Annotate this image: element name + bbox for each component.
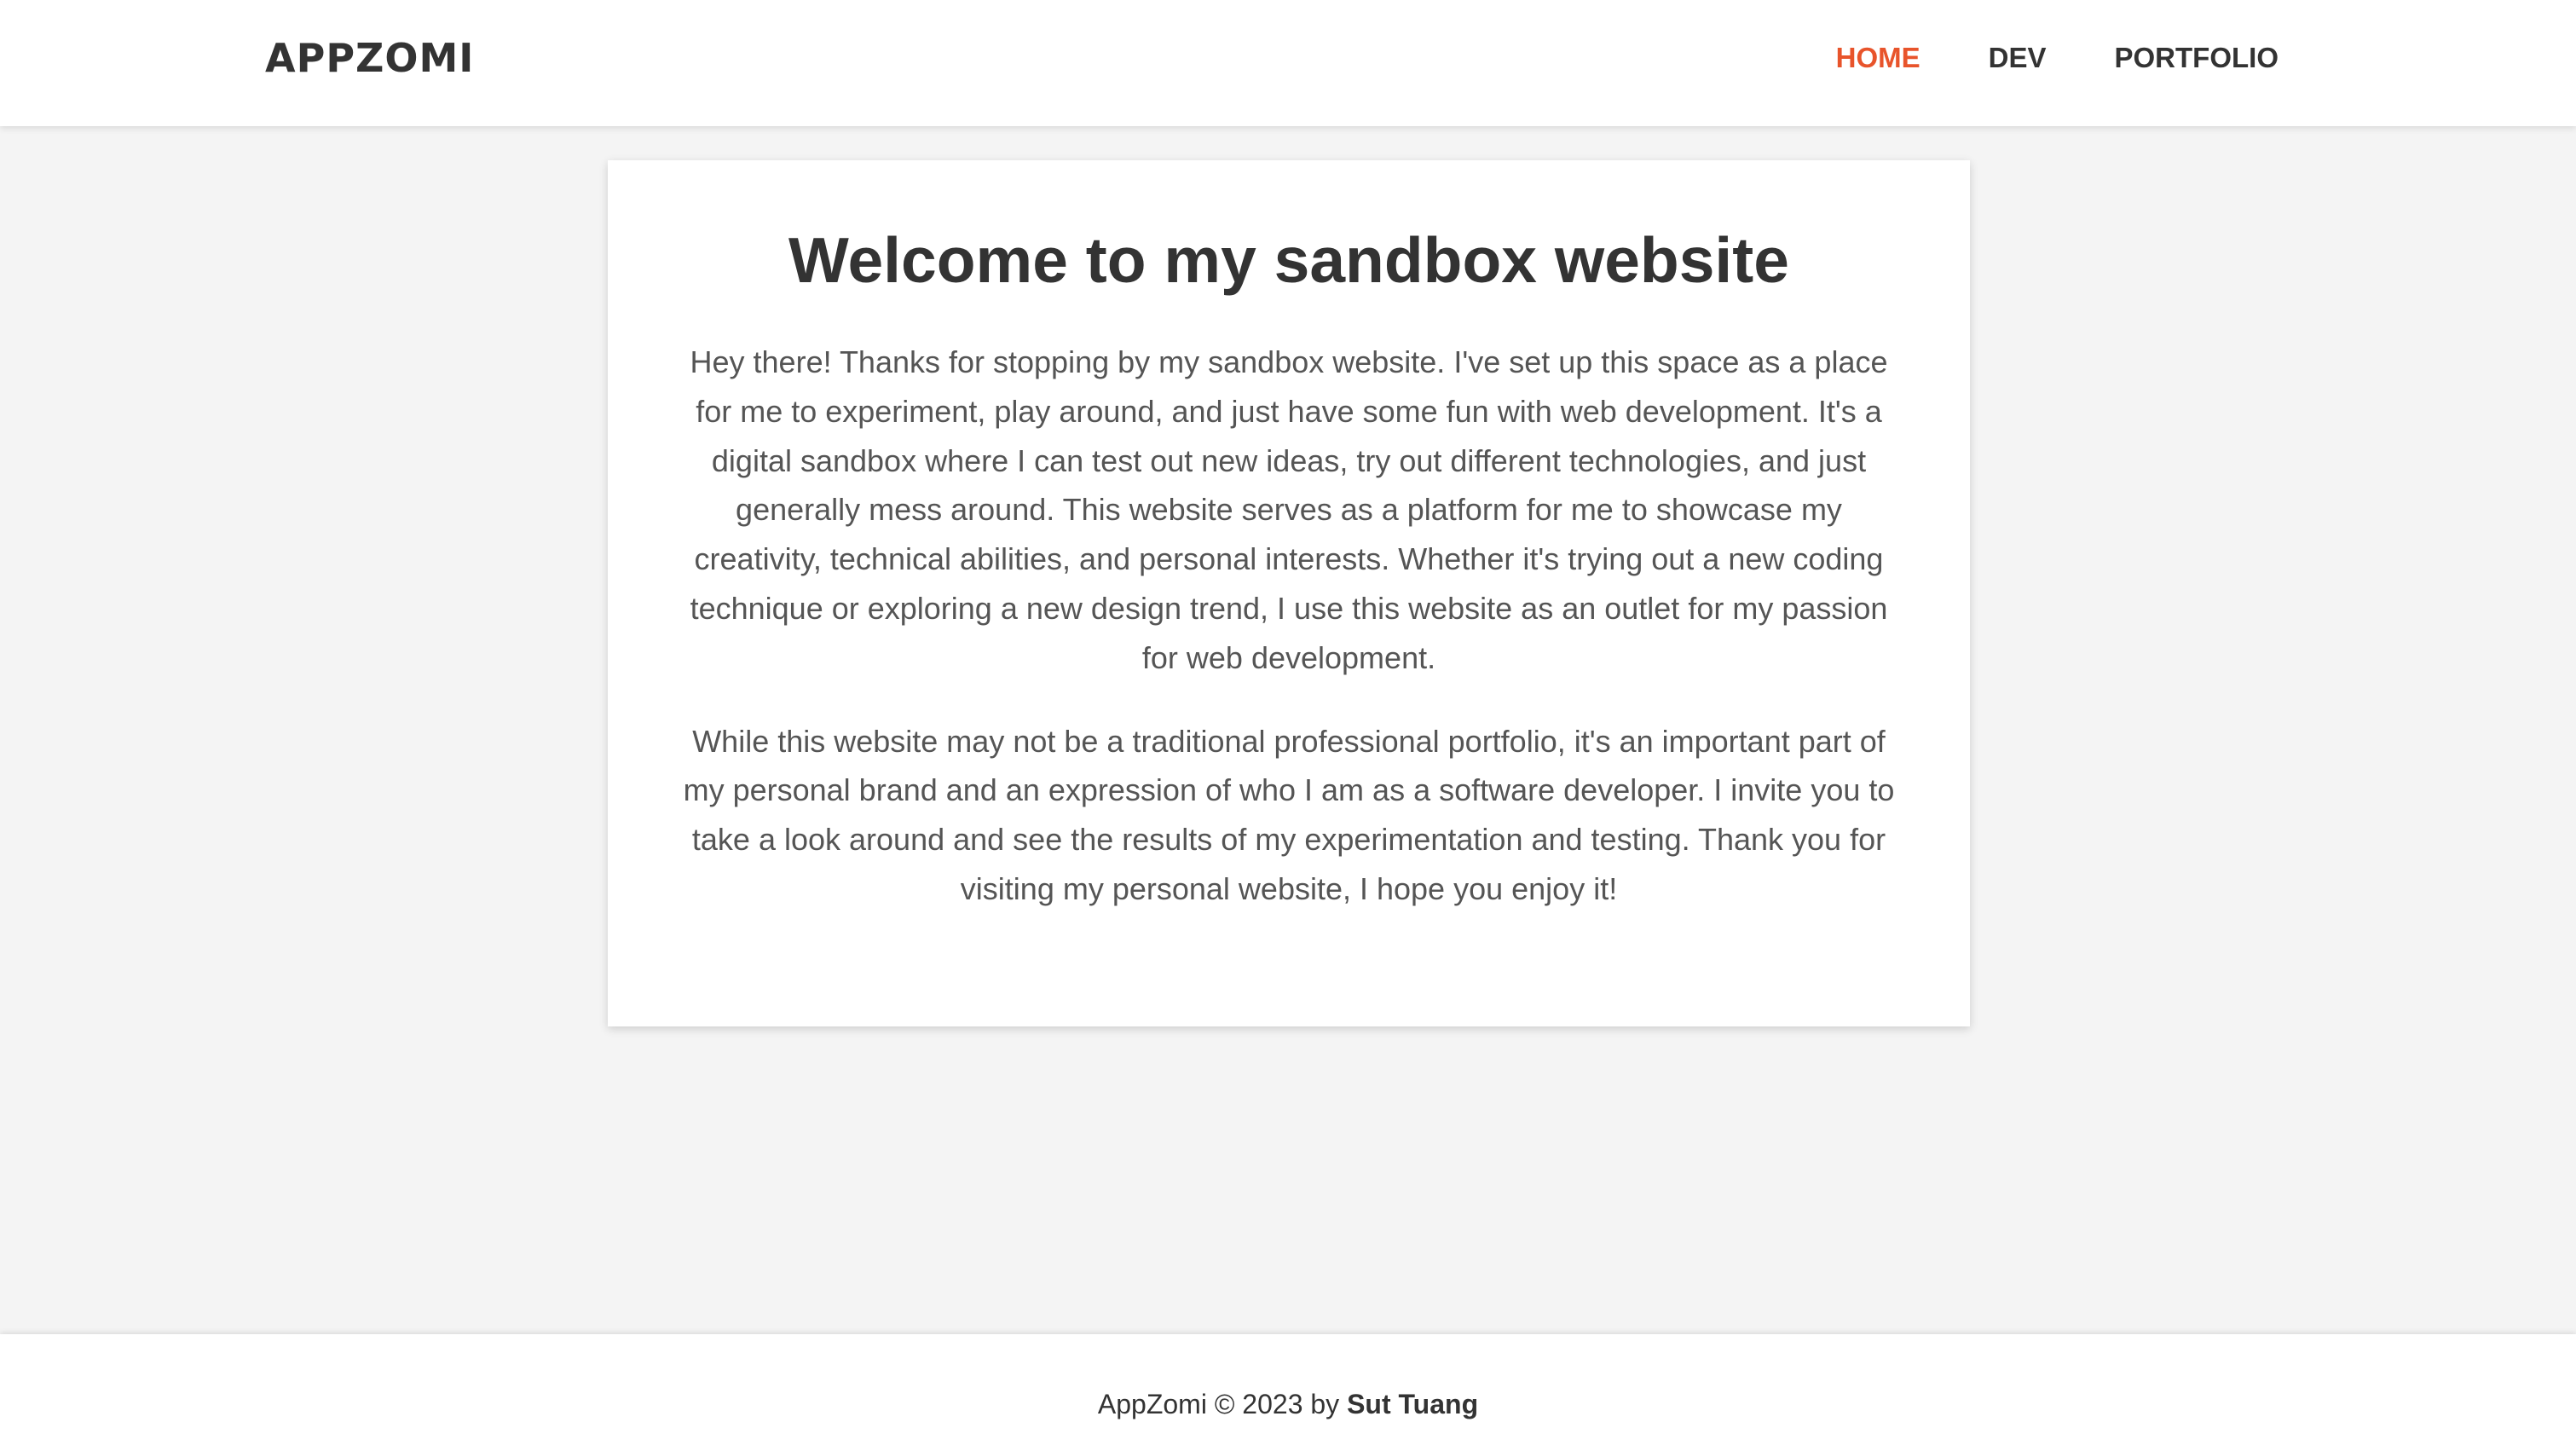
- main-nav: HOME DEV PORTFOLIO: [1836, 39, 2279, 77]
- footer-copyright-text: AppZomi © 2023 by: [1097, 1389, 1348, 1419]
- nav-link-home[interactable]: HOME: [1836, 39, 1920, 77]
- brand-logo-link[interactable]: APPZOMI: [265, 32, 474, 84]
- footer-author: Sut Tuang: [1347, 1389, 1479, 1419]
- closing-paragraph: While this website may not be a traditio…: [683, 723, 1895, 906]
- site-header: APPZOMI HOME DEV PORTFOLIO: [0, 0, 2576, 126]
- nav-link-portfolio[interactable]: PORTFOLIO: [2115, 39, 2279, 77]
- site-footer: AppZomi © 2023 by Sut Tuang: [0, 1334, 2576, 1451]
- nav-link-dev[interactable]: DEV: [1989, 39, 2047, 77]
- footer-copyright: AppZomi © 2023 by Sut Tuang: [0, 1385, 2576, 1423]
- content-card: Welcome to my sandbox website Hey there!…: [608, 160, 1970, 1026]
- intro-paragraph: Hey there! Thanks for stopping by my san…: [690, 344, 1888, 675]
- page-title: Welcome to my sandbox website: [788, 224, 1789, 296]
